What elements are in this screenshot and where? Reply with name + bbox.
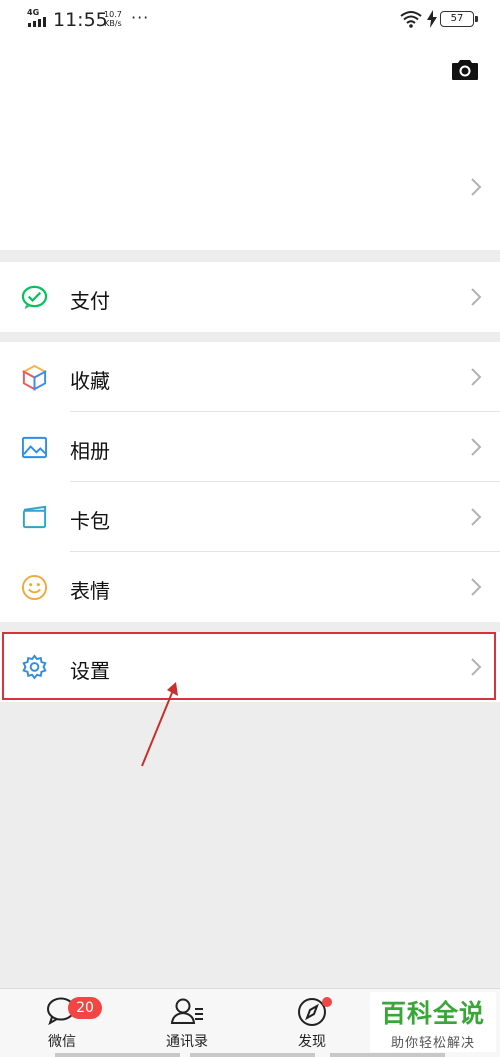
menu-item-stickers[interactable]: 表情 [0, 552, 500, 622]
menu-item-cards[interactable]: 卡包 [0, 482, 500, 552]
tab-label: 通讯录 [166, 1034, 208, 1050]
menu-item-label: 收藏 [70, 369, 110, 393]
highlight-box [2, 632, 496, 700]
smiley-icon [21, 574, 48, 601]
chevron-right-icon [471, 368, 482, 386]
tab-label: 发现 [298, 1034, 326, 1050]
battery-icon: 57 [440, 11, 478, 27]
network-speed-value: 10.7 [104, 10, 122, 19]
menu-item-favorites[interactable]: 收藏 [0, 342, 500, 412]
watermark-subtitle: 助你轻松解决 [390, 1036, 475, 1051]
chevron-right-icon [471, 438, 482, 456]
status-bar: 4G 11:55 10.7 KB/s ··· 57 [0, 0, 500, 40]
charging-icon [427, 10, 437, 28]
card-wallet-icon [22, 505, 47, 529]
notification-dot [322, 997, 332, 1007]
tab-contacts[interactable]: 通讯录 [137, 989, 237, 1050]
wifi-icon [400, 11, 422, 28]
pay-section: 支付 [0, 262, 500, 332]
more-notifications-icon: ··· [131, 8, 150, 27]
profile-header[interactable] [0, 40, 500, 250]
menu-item-label: 表情 [70, 579, 110, 603]
wechat-pay-icon [21, 285, 48, 310]
cube-favorites-icon [21, 364, 48, 391]
chevron-right-icon [471, 178, 482, 196]
home-indicator [0, 1052, 500, 1057]
network-speed-unit: KB/s [104, 19, 122, 28]
chevron-right-icon [471, 288, 482, 306]
watermark-title: 百科全说 [380, 999, 485, 1028]
chevron-right-icon [471, 578, 482, 596]
tab-label: 微信 [48, 1034, 76, 1050]
menu-item-album[interactable]: 相册 [0, 412, 500, 482]
unread-badge: 20 [68, 997, 102, 1019]
tab-discover[interactable]: 发现 [262, 989, 362, 1050]
chevron-right-icon [471, 508, 482, 526]
menu-item-pay[interactable]: 支付 [0, 262, 500, 332]
menu-item-label: 支付 [70, 289, 110, 313]
camera-icon[interactable] [452, 58, 478, 80]
menu-item-label: 卡包 [70, 509, 110, 533]
network-speed: 10.7 KB/s [104, 10, 122, 28]
network-type: 4G [27, 8, 40, 17]
signal-icon [28, 17, 46, 27]
watermark-logo: 百科全说 助你轻松解决 [370, 992, 496, 1052]
image-album-icon [21, 436, 48, 459]
annotation-arrow [141, 682, 178, 767]
features-section: 收藏 相册 卡包 表情 [0, 342, 500, 622]
menu-item-label: 相册 [70, 439, 110, 463]
contacts-icon [170, 998, 203, 1024]
status-time: 11:55 [53, 9, 108, 31]
